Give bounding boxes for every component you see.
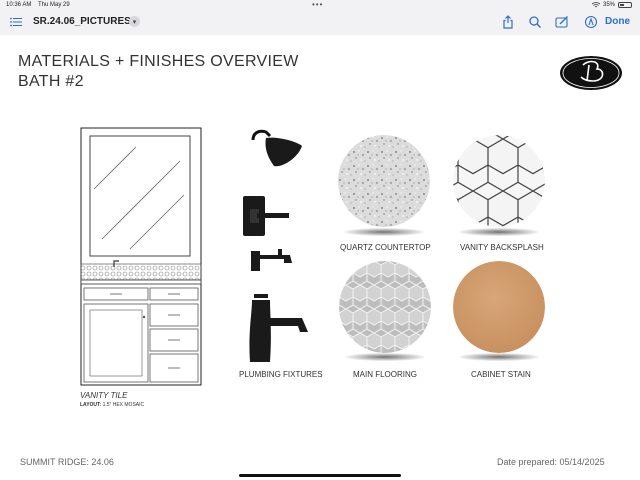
shower-head-icon bbox=[251, 129, 302, 167]
swatch-label-quartz: QUARTZ COUNTERTOP bbox=[340, 243, 431, 252]
list-icon[interactable] bbox=[10, 17, 22, 27]
swatch-label-flooring: MAIN FLOORING bbox=[353, 370, 418, 379]
plumbing-fixtures-label: PLUMBING FIXTURES bbox=[239, 370, 323, 379]
search-icon[interactable] bbox=[528, 15, 542, 29]
status-date: Thu May 29 bbox=[38, 2, 70, 8]
swatch-label-backsplash: VANITY BACKSPLASH bbox=[460, 243, 544, 252]
share-icon[interactable] bbox=[501, 15, 515, 29]
done-button[interactable]: Done bbox=[605, 16, 630, 27]
document-title[interactable]: SR.24.06_PICTURES bbox=[33, 16, 131, 27]
wifi-icon bbox=[591, 2, 600, 8]
toolbar: SR.24.06_PICTURES ▾ Done bbox=[0, 12, 640, 34]
vanity-layout-key: LAYOUT: bbox=[80, 402, 102, 408]
page-title: MATERIALS + FINISHES OVERVIEW BATH #2 bbox=[18, 52, 299, 92]
pen-icon[interactable] bbox=[584, 15, 598, 29]
swatch-shadow bbox=[459, 353, 539, 361]
document-page: MATERIALS + FINISHES OVERVIEW BATH #2 VA… bbox=[0, 35, 640, 480]
swatch-shadow bbox=[344, 228, 424, 236]
status-bar: 10:36 AM Thu May 29 ••• 35% bbox=[0, 0, 640, 12]
page-title-line2: BATH #2 bbox=[18, 73, 84, 90]
page-title-line1: MATERIALS + FINISHES OVERVIEW bbox=[18, 53, 299, 70]
vanity-elevation-drawing bbox=[80, 127, 202, 386]
brand-logo bbox=[560, 56, 622, 90]
markup-icon[interactable] bbox=[555, 15, 569, 29]
quartz-countertop-swatch bbox=[338, 135, 430, 227]
project-footer: SUMMIT RIDGE: 24.06 bbox=[20, 457, 114, 467]
vanity-layout-note: LAYOUT: 1.5" HEX MOSAIC bbox=[80, 402, 144, 408]
swatch-shadow bbox=[459, 228, 539, 236]
vanity-layout-value: 1.5" HEX MOSAIC bbox=[102, 402, 145, 408]
swatch-shadow bbox=[345, 353, 425, 361]
home-indicator[interactable] bbox=[239, 474, 401, 477]
vanity-backsplash-swatch bbox=[453, 135, 545, 227]
battery-icon bbox=[618, 2, 632, 8]
battery-percent: 35% bbox=[602, 2, 615, 8]
shower-valve-icon bbox=[243, 196, 289, 236]
date-prepared: Date prepared: 05/14/2025 bbox=[497, 457, 605, 467]
tub-spout-icon bbox=[251, 249, 292, 271]
multitasking-dots-icon[interactable]: ••• bbox=[312, 0, 323, 9]
vanity-tile-label: VANITY TILE bbox=[80, 391, 128, 400]
main-flooring-swatch bbox=[339, 261, 431, 353]
sink-faucet-icon bbox=[249, 294, 308, 362]
swatch-label-cabinet: CABINET STAIN bbox=[471, 370, 531, 379]
status-time: 10:36 AM bbox=[6, 2, 32, 8]
battery-indicator: 35% bbox=[591, 2, 632, 8]
chevron-down-icon[interactable]: ▾ bbox=[129, 16, 140, 27]
cabinet-stain-swatch bbox=[453, 261, 545, 353]
